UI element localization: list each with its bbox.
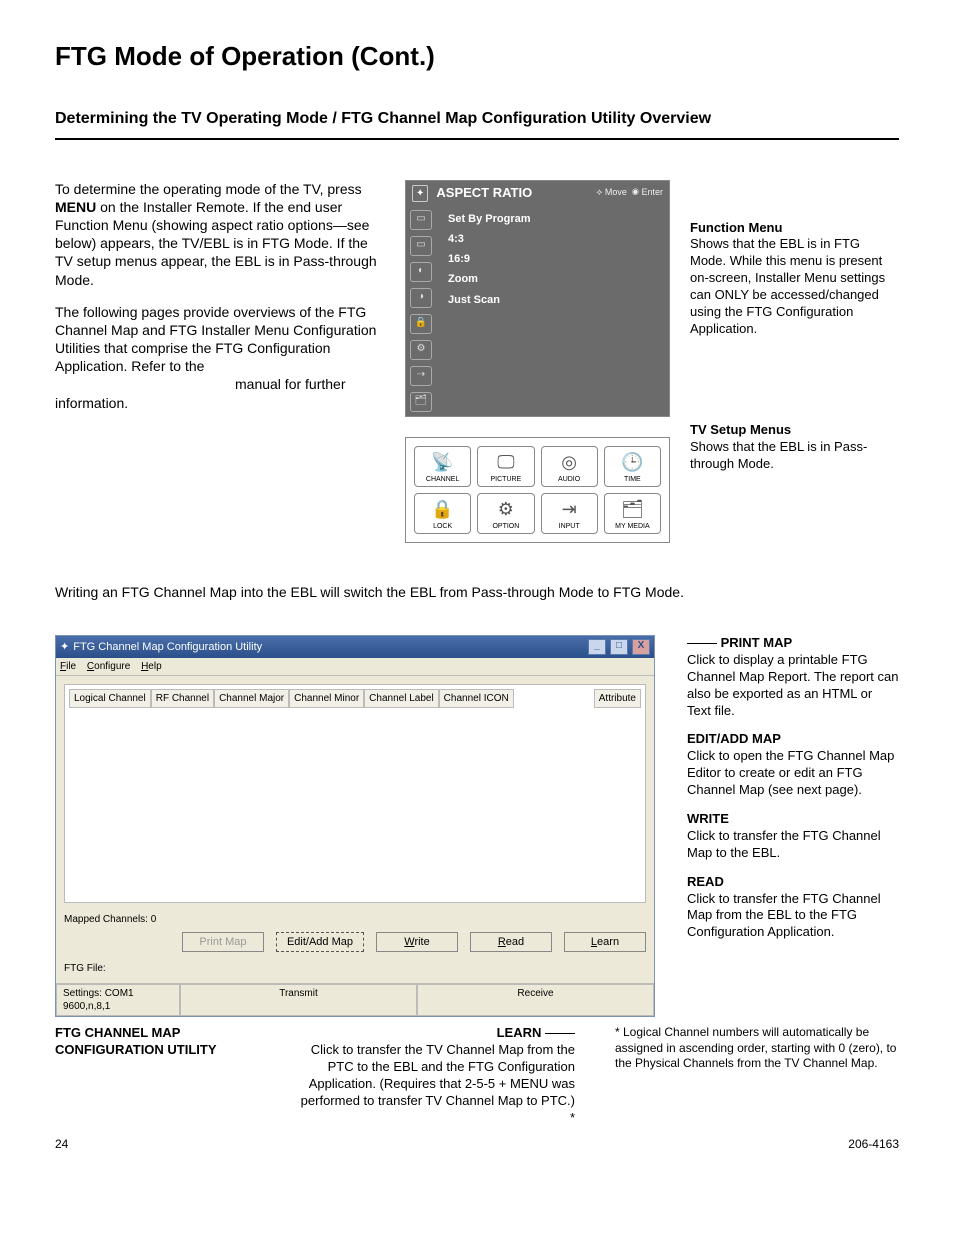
ftg-file-label: FTG File: — [64, 962, 646, 975]
app-menubar: File Configure Help — [56, 658, 654, 676]
col-rf[interactable]: RF Channel — [151, 689, 214, 708]
col-major[interactable]: Channel Major — [214, 689, 289, 708]
tv-cell-lock[interactable]: 🔒LOCK — [414, 493, 471, 534]
osd-side-icon: ▭ — [410, 210, 432, 230]
osd-side-icon: 🔒 — [410, 314, 432, 334]
status-settings: Settings: COM1 9600,n,8,1 — [56, 984, 180, 1016]
status-receive: Receive — [417, 984, 654, 1016]
learn-button[interactable]: Learn — [564, 932, 646, 952]
tv-setup-menus: 📡CHANNEL 🖵PICTURE ◎AUDIO 🕒TIME 🔒LOCK ⚙OP… — [405, 437, 670, 543]
minimize-button[interactable]: _ — [588, 639, 606, 655]
osd-option[interactable]: Just Scan — [448, 293, 661, 307]
tv-cell-mymedia[interactable]: 🗂MY MEDIA — [604, 493, 661, 534]
menu-configure[interactable]: Configure — [87, 661, 130, 672]
annot-write: WRITE Click to transfer the FTG Channel … — [687, 811, 899, 862]
col-label[interactable]: Channel Label — [364, 689, 439, 708]
annot-read: READ Click to transfer the FTG Channel M… — [687, 874, 899, 942]
status-transmit: Transmit — [180, 984, 417, 1016]
menu-help[interactable]: Help — [141, 661, 162, 672]
osd-options-list: Set By Program 4:3 16:9 Zoom Just Scan — [440, 206, 669, 416]
note-line: Writing an FTG Channel Map into the EBL … — [55, 583, 899, 601]
app-title-text: FTG Channel Map Configuration Utility — [73, 640, 262, 654]
col-attribute[interactable]: Attribute — [594, 689, 641, 708]
tv-cell-picture[interactable]: 🖵PICTURE — [477, 446, 534, 487]
osd-option[interactable]: 4:3 — [448, 232, 661, 246]
status-bar: Settings: COM1 9600,n,8,1 Transmit Recei… — [56, 983, 654, 1016]
tv-cell-input[interactable]: ⇥INPUT — [541, 493, 598, 534]
print-map-button[interactable]: Print Map — [182, 932, 264, 952]
aspect-icon: ✦ — [412, 185, 428, 202]
intro-paragraph-2: The following pages provide overviews of… — [55, 303, 385, 412]
page-title: FTG Mode of Operation (Cont.) — [55, 40, 899, 74]
page-subtitle: Determining the TV Operating Mode / FTG … — [55, 109, 899, 130]
tv-cell-audio[interactable]: ◎AUDIO — [541, 446, 598, 487]
app-icon: ✦ — [60, 640, 69, 654]
tv-setup-annotation: TV Setup Menus Shows that the EBL is in … — [690, 422, 899, 473]
annot-edit: EDIT/ADD MAP Click to open the FTG Chann… — [687, 731, 899, 799]
osd-option[interactable]: Zoom — [448, 272, 661, 286]
annot-learn: LEARN Click to transfer the TV Channel M… — [295, 1025, 575, 1126]
annot-print: PRINT MAP Click to display a printable F… — [687, 635, 899, 719]
tv-cell-time[interactable]: 🕒TIME — [604, 446, 661, 487]
osd-option[interactable]: 16:9 — [448, 252, 661, 266]
write-button[interactable]: Write — [376, 932, 458, 952]
page-number: 24 — [55, 1137, 68, 1153]
tv-cell-channel[interactable]: 📡CHANNEL — [414, 446, 471, 487]
osd-side-icon: ◑ — [410, 288, 432, 308]
col-minor[interactable]: Channel Minor — [289, 689, 364, 708]
function-menu-osd: ✦ ASPECT RATIO ⟡ Move ◉ Enter ▭ ▭ ◐ ◑ 🔒 … — [405, 180, 670, 417]
osd-option[interactable]: Set By Program — [448, 212, 661, 226]
app-titlebar: ✦ FTG Channel Map Configuration Utility … — [56, 636, 654, 658]
footnote: * Logical Channel numbers will automatic… — [615, 1025, 899, 1126]
col-icon[interactable]: Channel ICON — [439, 689, 514, 708]
close-button[interactable]: X — [632, 639, 650, 655]
osd-side-icon: ⚙ — [410, 340, 432, 360]
divider — [55, 138, 899, 140]
read-button[interactable]: Read — [470, 932, 552, 952]
annot-utility-label: FTG CHANNEL MAP CONFIGURATION UTILITY — [55, 1025, 255, 1126]
function-menu-annotation: Function Menu Shows that the EBL is in F… — [690, 220, 899, 338]
channel-list-area[interactable] — [69, 708, 641, 898]
col-logical[interactable]: Logical Channel — [69, 689, 151, 708]
osd-side-icon: ⇢ — [410, 366, 432, 386]
intro-paragraph-1: To determine the operating mode of the T… — [55, 180, 385, 289]
column-headers: Logical Channel RF Channel Channel Major… — [69, 689, 641, 708]
mapped-channels-label: Mapped Channels: 0 — [64, 913, 646, 926]
ftg-app-window: ✦ FTG Channel Map Configuration Utility … — [55, 635, 655, 1017]
osd-side-icon: 🗂 — [410, 392, 432, 412]
maximize-button[interactable]: □ — [610, 639, 628, 655]
doc-number: 206-4163 — [848, 1137, 899, 1153]
osd-side-icon: ◐ — [410, 262, 432, 282]
tv-cell-option[interactable]: ⚙OPTION — [477, 493, 534, 534]
edit-add-map-button[interactable]: Edit/Add Map — [276, 932, 364, 952]
osd-side-icon: ▭ — [410, 236, 432, 256]
menu-file[interactable]: File — [60, 661, 76, 672]
